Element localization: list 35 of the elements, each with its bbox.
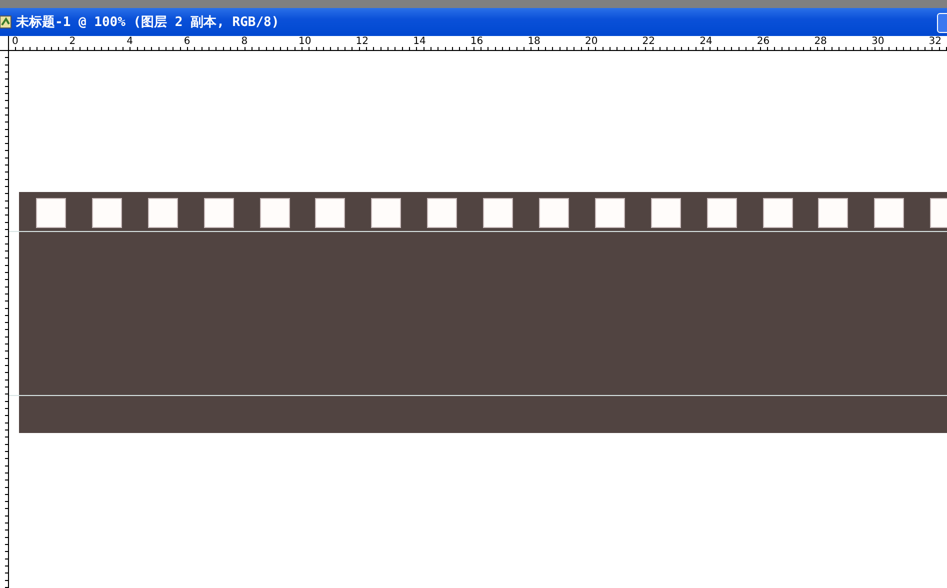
film-hole	[706, 198, 737, 228]
film-hole	[204, 198, 234, 228]
ruler-label: 28	[814, 36, 827, 47]
ruler-label: 20	[585, 36, 598, 47]
film-hole	[371, 198, 402, 228]
ruler-label: 4	[126, 36, 133, 47]
ruler-label: 14	[413, 36, 426, 47]
film-hole	[650, 198, 681, 228]
ruler-label: 0	[12, 36, 18, 47]
document-icon	[0, 15, 12, 29]
film-hole	[762, 198, 793, 228]
ruler-label: 8	[241, 36, 248, 47]
ruler-label: 32	[928, 36, 942, 47]
film-hole	[260, 198, 290, 228]
window-title: 未标题-1 @ 100% (图层 2 副本, RGB/8)	[16, 14, 280, 31]
film-hole	[427, 198, 458, 228]
ruler-label: 12	[356, 36, 369, 47]
film-hole	[36, 198, 66, 228]
ruler-label: 10	[298, 36, 312, 47]
ruler-label: 18	[528, 36, 540, 47]
film-hole	[594, 198, 625, 228]
ruler-label: 6	[184, 36, 190, 47]
film-hole	[92, 198, 122, 228]
film-hole	[148, 198, 178, 228]
film-hole	[315, 198, 346, 228]
film-hole	[539, 198, 570, 228]
film-hole	[874, 198, 904, 228]
ruler-label: 24	[700, 36, 712, 47]
ruler-label: 16	[470, 36, 484, 47]
film-hole	[818, 198, 848, 228]
ruler-label: 2	[69, 36, 76, 47]
ruler-label: 26	[756, 36, 770, 47]
film-hole	[483, 198, 514, 228]
ruler-label: 22	[642, 36, 656, 47]
ruler-label: 30	[872, 36, 884, 47]
